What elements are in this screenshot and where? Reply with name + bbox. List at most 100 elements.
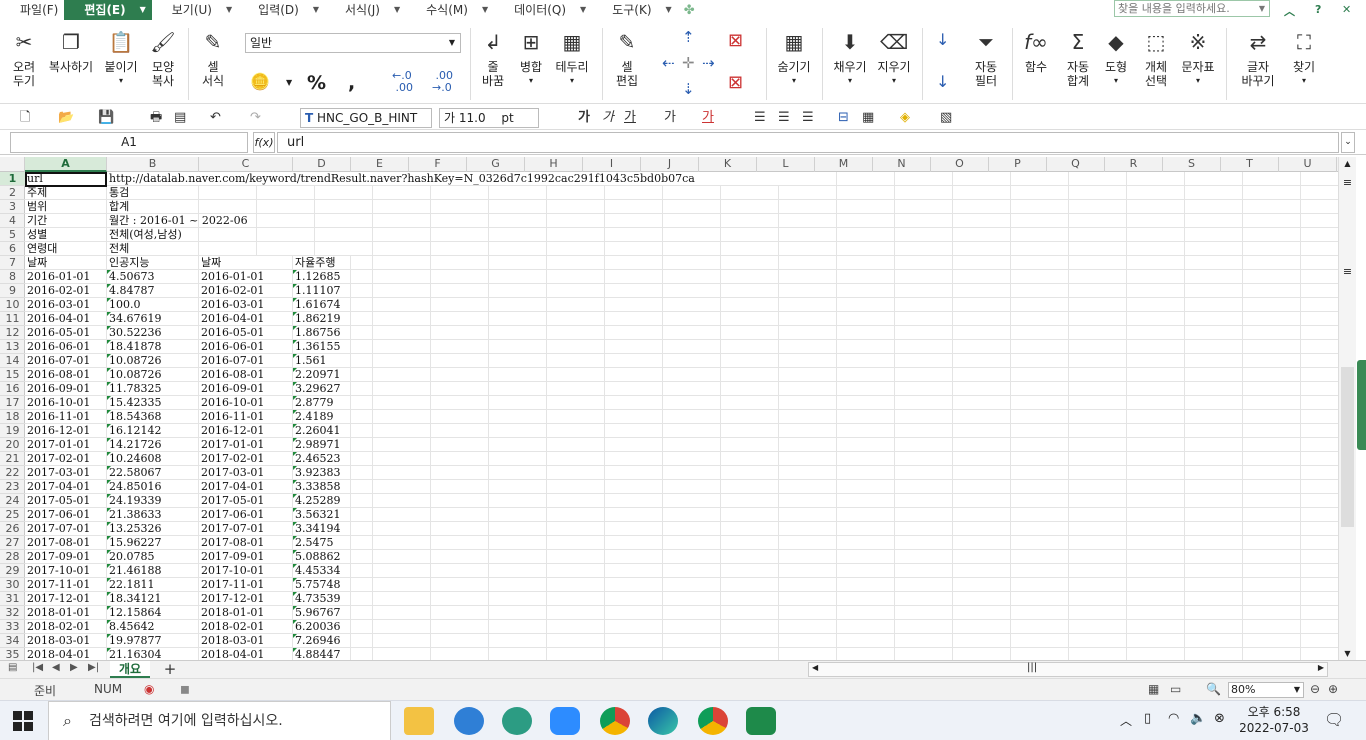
scroll-left-icon[interactable]: ◀ xyxy=(812,663,818,672)
chevron-down-icon[interactable]: ▾ xyxy=(1178,74,1218,88)
page-view-icon[interactable]: ▭ xyxy=(1170,682,1181,696)
cell-b[interactable]: 15.96227 xyxy=(107,536,199,550)
stop-icon[interactable]: ◼ xyxy=(180,682,190,696)
insert-row-below-icon[interactable]: ⇣ xyxy=(682,80,695,98)
cell-b[interactable]: 15.42335 xyxy=(107,396,199,410)
column-header-t[interactable]: T xyxy=(1221,157,1279,172)
column-header-j[interactable]: J xyxy=(641,157,699,172)
row-header[interactable]: 27 xyxy=(0,536,25,550)
cell-b[interactable]: 21.46188 xyxy=(107,564,199,578)
column-header-n[interactable]: N xyxy=(873,157,931,172)
cell-c[interactable]: 2016-03-01 xyxy=(199,298,293,312)
paste-button[interactable]: 📋 붙이기 ▾ xyxy=(100,28,142,88)
column-header-a[interactable]: A xyxy=(25,157,107,172)
format-painter-button[interactable]: 🖌 모양 복사 xyxy=(146,28,180,88)
row-header[interactable]: 17 xyxy=(0,396,25,410)
cell-b[interactable]: 월간 : 2016-01 ~ 2022-06 xyxy=(107,214,248,228)
cell-d[interactable]: 5.96767 xyxy=(293,606,351,620)
scroll-down-icon[interactable]: ▼ xyxy=(1339,649,1356,658)
cell-c[interactable]: 2018-04-01 xyxy=(199,648,293,660)
cell-d[interactable]: 4.45334 xyxy=(293,564,351,578)
cell-c[interactable]: 2017-03-01 xyxy=(199,466,293,480)
cell-a[interactable]: 범위 xyxy=(25,200,107,214)
edge-icon[interactable] xyxy=(648,707,678,735)
cell-c[interactable]: 2016-04-01 xyxy=(199,312,293,326)
cell-b[interactable]: 전체 xyxy=(107,242,199,256)
comma-icon[interactable]: , xyxy=(348,72,355,94)
menu-formula[interactable]: 수식(M) ▼ xyxy=(406,0,494,20)
cell-b[interactable]: 10.24608 xyxy=(107,452,199,466)
cell-a[interactable]: 2017-03-01 xyxy=(25,466,107,480)
cell-c[interactable]: 2016-09-01 xyxy=(199,382,293,396)
chevron-up-icon[interactable]: ︿ xyxy=(1120,712,1132,729)
cell-d[interactable]: 3.92383 xyxy=(293,466,351,480)
save-icon[interactable]: 💾 xyxy=(98,109,114,127)
scroll-up-icon[interactable]: ▲ xyxy=(1339,159,1356,168)
cell-b[interactable]: 18.34121 xyxy=(107,592,199,606)
object-select-button[interactable]: ⬚ 개체 선택 xyxy=(1136,28,1176,88)
record-icon[interactable]: ◉ xyxy=(144,682,154,696)
cell-a[interactable]: 2018-03-01 xyxy=(25,634,107,648)
cell-d[interactable]: 1.11107 xyxy=(293,284,351,298)
column-header-s[interactable]: S xyxy=(1163,157,1221,172)
cell-c[interactable]: 2017-02-01 xyxy=(199,452,293,466)
menu-file[interactable]: 파일(F) xyxy=(0,0,64,20)
cell-b[interactable]: 21.38633 xyxy=(107,508,199,522)
cell-d[interactable]: 4.73539 xyxy=(293,592,351,606)
cell-a[interactable]: 2017-07-01 xyxy=(25,522,107,536)
cell-a[interactable]: url xyxy=(25,172,107,186)
cell-a[interactable]: 2016-09-01 xyxy=(25,382,107,396)
cell-a[interactable]: 주제 xyxy=(25,186,107,200)
column-header-o[interactable]: O xyxy=(931,157,989,172)
sheet-list-icon[interactable]: ▤ xyxy=(8,662,17,673)
menu-data[interactable]: 데이터(Q) ▼ xyxy=(494,0,592,20)
align-left-icon[interactable]: ☰ xyxy=(754,109,766,127)
chrome-icon[interactable] xyxy=(600,707,630,735)
cell-a[interactable]: 2017-05-01 xyxy=(25,494,107,508)
column-header-g[interactable]: G xyxy=(467,157,525,172)
insert-row-above-icon[interactable]: ⇡ xyxy=(682,28,695,46)
open-folder-icon[interactable]: 📂 xyxy=(58,109,74,127)
redo-icon[interactable]: ↷ xyxy=(250,109,261,127)
cell-a[interactable]: 2016-02-01 xyxy=(25,284,107,298)
cell-b[interactable]: 20.0785 xyxy=(107,550,199,564)
scroll-grip-icon[interactable]: ||| xyxy=(1027,662,1037,673)
cell-a[interactable]: 2016-08-01 xyxy=(25,368,107,382)
wifi-icon[interactable]: ◠ xyxy=(1168,711,1179,726)
column-header-b[interactable]: B xyxy=(107,157,199,172)
row-header[interactable]: 33 xyxy=(0,620,25,634)
cell-c[interactable]: 2016-10-01 xyxy=(199,396,293,410)
help-icon[interactable]: ? xyxy=(1315,3,1321,16)
row-header[interactable]: 15 xyxy=(0,368,25,382)
cell-a[interactable]: 2017-11-01 xyxy=(25,578,107,592)
cell-d[interactable]: 2.98971 xyxy=(293,438,351,452)
row-header[interactable]: 23 xyxy=(0,480,25,494)
cell-edit-button[interactable]: ✎ 셀 편집 xyxy=(610,28,644,88)
chevron-down-icon[interactable]: ▾ xyxy=(1100,74,1132,88)
cell-b[interactable]: 12.15864 xyxy=(107,606,199,620)
strikethrough-icon[interactable]: 가 xyxy=(664,109,676,127)
cell-b[interactable]: 통검 xyxy=(107,186,199,200)
taskbar-search-input[interactable]: ⌕ 검색하려면 여기에 입력하십시오. xyxy=(48,701,391,740)
cell-b[interactable]: 10.08726 xyxy=(107,368,199,382)
cell-c[interactable]: 2018-02-01 xyxy=(199,620,293,634)
cell-d[interactable]: 3.34194 xyxy=(293,522,351,536)
cell-a[interactable]: 2016-12-01 xyxy=(25,424,107,438)
replace-button[interactable]: ⇄ 글자 바꾸기 xyxy=(1234,28,1282,88)
chrome-profile-icon[interactable] xyxy=(698,707,728,735)
row-header[interactable]: 3 xyxy=(0,200,25,214)
cell-b[interactable]: 22.1811 xyxy=(107,578,199,592)
undo-icon[interactable]: ↶ xyxy=(210,109,221,127)
cell-c[interactable]: 2016-08-01 xyxy=(199,368,293,382)
cell-a[interactable]: 2018-02-01 xyxy=(25,620,107,634)
align-right-icon[interactable]: ☰ xyxy=(802,109,814,127)
cell-d[interactable]: 2.8779 xyxy=(293,396,351,410)
font-select[interactable]: T HNC_GO_B_HINT xyxy=(300,108,432,128)
windows-start-icon[interactable] xyxy=(12,710,34,732)
cell-a[interactable]: 성별 xyxy=(25,228,107,242)
column-header-r[interactable]: R xyxy=(1105,157,1163,172)
menu-edit[interactable]: 편집(E) ▼ xyxy=(64,0,152,20)
cell-c[interactable]: 2016-05-01 xyxy=(199,326,293,340)
row-header[interactable]: 31 xyxy=(0,592,25,606)
cell-b[interactable]: 30.52236 xyxy=(107,326,199,340)
